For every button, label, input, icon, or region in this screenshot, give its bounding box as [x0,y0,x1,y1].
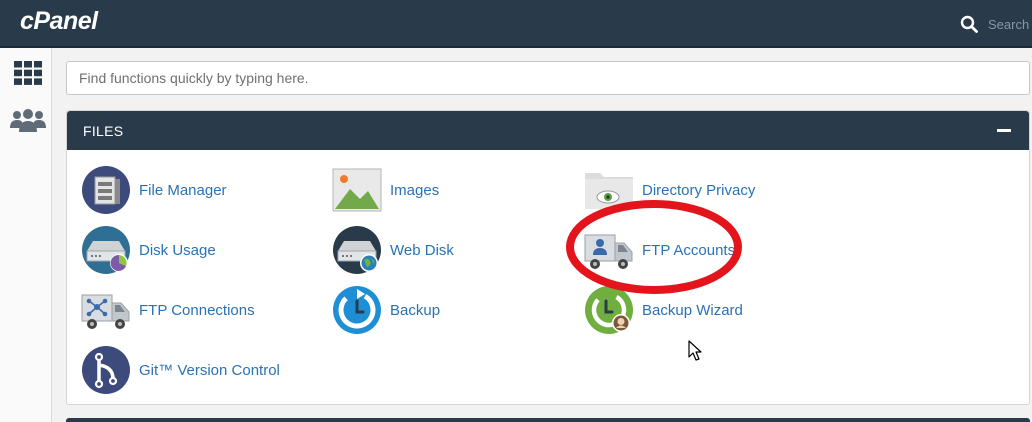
web-disk-label[interactable]: Web Disk [390,242,454,259]
file-manager-label[interactable]: File Manager [139,182,227,199]
disk-usage-icon [82,226,130,274]
ftp-connections-link[interactable]: FTP Connections [81,285,255,335]
users-icon [10,109,46,132]
directory-privacy-link[interactable]: Directory Privacy [584,165,755,215]
ftp-connections-icon [81,294,130,329]
ftp-accounts-link[interactable]: FTP Accounts [584,225,735,275]
files-panel: FILES File Manager Images Directory Priv… [66,110,1030,405]
top-bar: cPanel Search [0,0,1032,48]
directory-privacy-icon [585,173,633,209]
backup-label[interactable]: Backup [390,302,440,319]
disk-usage-link[interactable]: Disk Usage [81,225,216,275]
panel-title: FILES [83,123,124,139]
next-panel-header [66,418,1030,422]
sidebar [0,48,52,422]
disk-usage-label[interactable]: Disk Usage [139,242,216,259]
top-search[interactable]: Search [960,12,1032,36]
backup-wizard-icon [585,286,633,334]
web-disk-icon [333,226,381,274]
git-version-control-icon [82,346,130,394]
backup-icon [333,286,381,334]
backup-wizard-link[interactable]: Backup Wizard [584,285,743,335]
search-icon[interactable] [960,15,978,33]
quick-search-input[interactable] [66,61,1030,95]
images-link[interactable]: Images [332,165,439,215]
sidebar-item-users[interactable] [10,106,46,136]
mouse-cursor-icon [688,340,702,361]
top-search-placeholder[interactable]: Search [988,17,1032,32]
file-manager-icon [82,166,130,214]
grid-icon [14,61,42,85]
images-icon [332,168,382,212]
sidebar-item-tools[interactable] [10,58,46,88]
backup-link[interactable]: Backup [332,285,440,335]
collapse-icon[interactable] [997,129,1011,132]
files-panel-header[interactable]: FILES [67,111,1029,150]
web-disk-link[interactable]: Web Disk [332,225,454,275]
git-version-control-label[interactable]: Git™ Version Control [139,362,280,379]
backup-wizard-label[interactable]: Backup Wizard [642,302,743,319]
directory-privacy-label[interactable]: Directory Privacy [642,182,755,199]
git-version-control-link[interactable]: Git™ Version Control [81,345,280,395]
images-label[interactable]: Images [390,182,439,199]
ftp-accounts-icon [584,234,633,269]
ftp-accounts-label[interactable]: FTP Accounts [642,242,735,259]
ftp-connections-label[interactable]: FTP Connections [139,302,255,319]
cpanel-logo[interactable]: cPanel [20,7,98,36]
file-manager-link[interactable]: File Manager [81,165,227,215]
